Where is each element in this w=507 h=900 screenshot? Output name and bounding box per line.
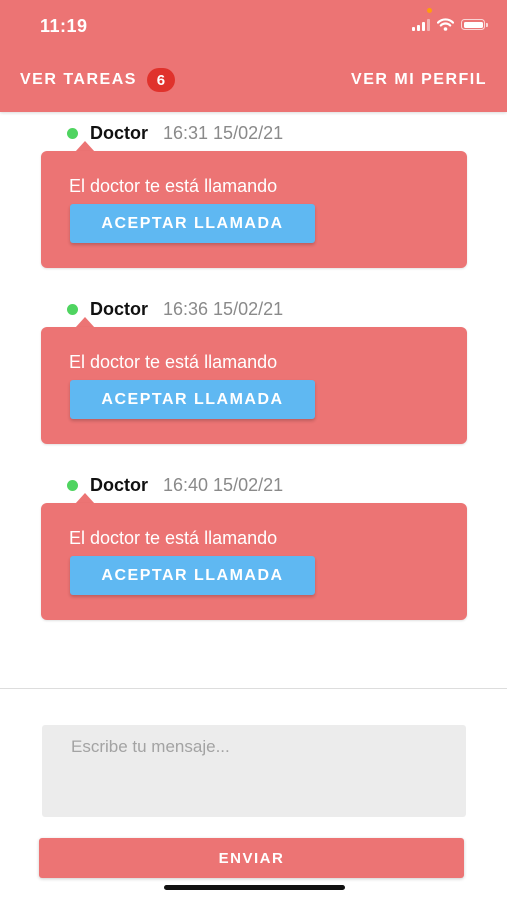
online-status-dot bbox=[67, 303, 78, 315]
accept-call-button[interactable]: ACEPTAR LLAMADA bbox=[70, 380, 315, 419]
status-icons bbox=[412, 18, 488, 31]
message-timestamp: 16:36 15/02/21 bbox=[163, 298, 284, 319]
message-item: Doctor 16:36 15/02/21 El doctor te está … bbox=[41, 298, 467, 456]
message-header: Doctor 16:36 15/02/21 bbox=[67, 298, 283, 320]
message-text: El doctor te está llamando bbox=[69, 352, 278, 372]
message-sender: Doctor bbox=[90, 122, 148, 143]
message-timestamp: 16:40 15/02/21 bbox=[163, 474, 284, 495]
message-header: Doctor 16:40 15/02/21 bbox=[67, 474, 283, 496]
view-tasks-button[interactable]: VER TAREAS 6 bbox=[20, 68, 175, 92]
message-timestamp: 16:31 15/02/21 bbox=[163, 122, 284, 143]
view-profile-button[interactable]: VER MI PERFIL bbox=[351, 71, 487, 89]
view-tasks-label: VER TAREAS bbox=[20, 71, 137, 88]
send-button[interactable]: ENVIAR bbox=[39, 838, 464, 878]
tasks-count-badge: 6 bbox=[146, 68, 175, 92]
message-sender: Doctor bbox=[90, 298, 148, 319]
battery-icon bbox=[461, 19, 488, 30]
wifi-icon bbox=[437, 18, 454, 31]
message-header: Doctor 16:31 15/02/21 bbox=[67, 122, 283, 144]
app-header: 11:19 VER TAREAS 6 VER MI PERFIL bbox=[0, 0, 507, 112]
accept-call-button[interactable]: ACEPTAR LLAMADA bbox=[70, 204, 315, 243]
privacy-indicator-dot bbox=[427, 8, 432, 13]
message-bubble: El doctor te está llamando ACEPTAR LLAMA… bbox=[41, 151, 467, 268]
message-item: Doctor 16:40 15/02/21 El doctor te está … bbox=[41, 474, 467, 632]
message-item: Doctor 16:31 15/02/21 El doctor te está … bbox=[41, 122, 467, 280]
message-bubble: El doctor te está llamando ACEPTAR LLAMA… bbox=[41, 503, 467, 620]
online-status-dot bbox=[67, 127, 78, 139]
accept-call-button[interactable]: ACEPTAR LLAMADA bbox=[70, 556, 315, 595]
message-sender: Doctor bbox=[90, 474, 148, 495]
message-text: El doctor te está llamando bbox=[69, 176, 278, 196]
status-time: 11:19 bbox=[40, 16, 88, 36]
online-status-dot bbox=[67, 479, 78, 491]
message-input[interactable] bbox=[42, 725, 466, 817]
cellular-signal-icon bbox=[412, 18, 430, 31]
message-bubble: El doctor te está llamando ACEPTAR LLAMA… bbox=[41, 327, 467, 444]
message-text: El doctor te está llamando bbox=[69, 528, 278, 548]
home-indicator[interactable] bbox=[164, 885, 345, 890]
composer-divider bbox=[0, 688, 507, 689]
